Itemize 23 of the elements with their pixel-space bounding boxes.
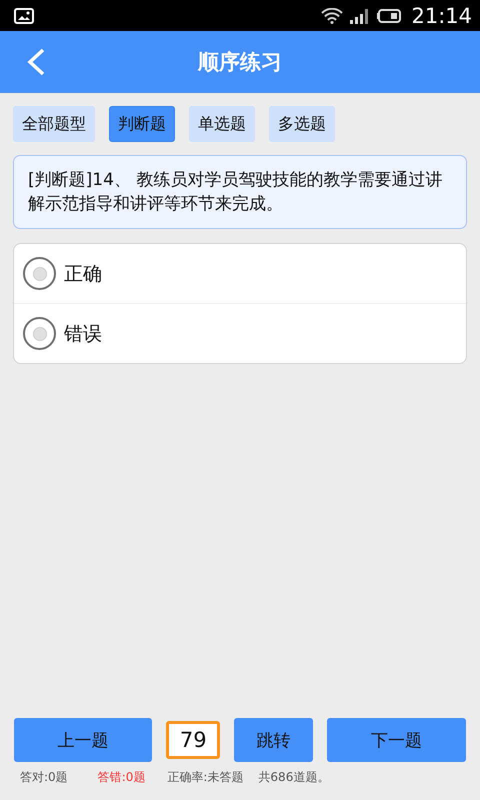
stat-text: 共686道题。 xyxy=(258,769,330,786)
option-label[interactable]: 错误 xyxy=(64,320,102,346)
question-number-field[interactable]: 79 xyxy=(166,721,220,759)
next-button[interactable]: 下一题 xyxy=(326,718,466,762)
option-label[interactable]: 正确 xyxy=(64,260,102,286)
stat-text: 答错:0题 xyxy=(98,769,146,786)
jump-button[interactable]: 跳转 xyxy=(234,718,313,762)
wifi-icon xyxy=(321,8,344,24)
stat-text: 答对:0题 xyxy=(20,769,68,786)
question-type-tab[interactable]: 单选题 xyxy=(189,106,255,142)
question-type-tab[interactable]: 全部题型 xyxy=(13,106,95,142)
clock-time: 21:14 xyxy=(411,4,472,28)
stat-text: 正确率:未答题 xyxy=(167,769,244,786)
question-text: [判断题]14、 教练员对学员驾驶技能的教学需要通过讲解示范指导和讲评等环节来完成。 xyxy=(13,155,467,229)
question-type-tab[interactable]: 多选题 xyxy=(269,106,335,142)
question-type-tab[interactable]: 判断题 xyxy=(109,106,175,142)
previous-button[interactable]: 上一题 xyxy=(14,718,152,762)
battery-icon xyxy=(377,8,404,24)
picture-icon xyxy=(14,8,34,24)
radio-button[interactable] xyxy=(23,317,56,350)
page-title: 顺序练习 xyxy=(198,49,282,76)
back-icon[interactable] xyxy=(26,48,46,76)
radio-button[interactable] xyxy=(23,257,56,290)
